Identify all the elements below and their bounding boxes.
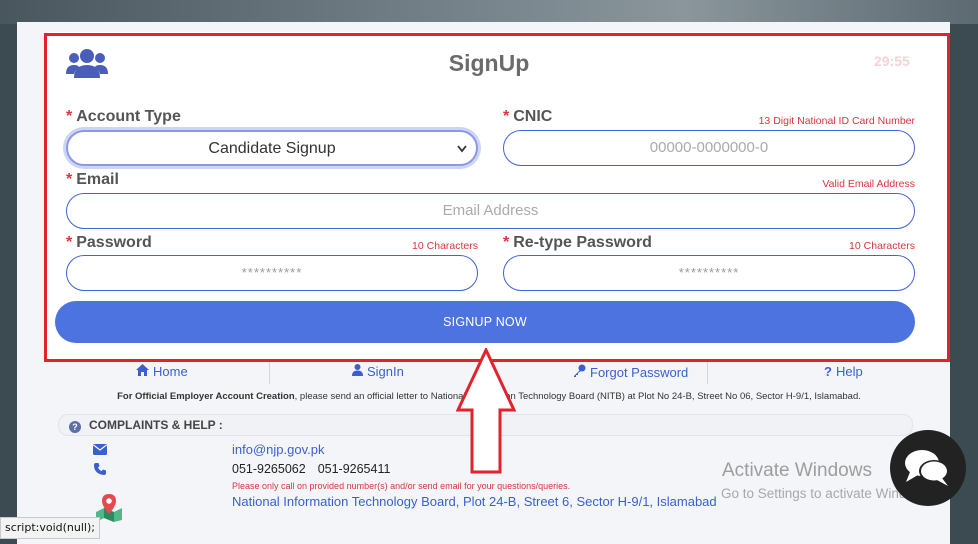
email-hint: Valid Email Address [822, 178, 915, 190]
cnic-input[interactable]: 00000-0000000-0 [503, 130, 915, 166]
retype-password-input[interactable]: ********** [503, 255, 915, 291]
password-input[interactable]: ********** [66, 255, 478, 291]
key-icon [574, 364, 586, 377]
question-icon: ? [69, 421, 81, 433]
nav-divider [269, 362, 270, 384]
required-marker: * [66, 108, 73, 125]
chat-icon [905, 450, 949, 486]
question-icon: ? [824, 364, 832, 379]
call-note: Please only call on provided number(s) a… [232, 481, 571, 491]
retype-password-label: * Re-type Password [503, 234, 652, 251]
contact-address: National Information Technology Board, P… [232, 494, 717, 509]
activate-windows-title: Activate Windows [722, 460, 872, 481]
page-title: SignUp [448, 50, 530, 76]
phone-icon [94, 463, 106, 475]
retype-password-hint: 10 Characters [849, 240, 915, 252]
password-hint: 10 Characters [412, 240, 478, 252]
contact-email-link[interactable]: info@njp.gov.pk [232, 442, 324, 457]
cnic-hint: 13 Digit National ID Card Number [758, 115, 915, 127]
home-icon [136, 364, 149, 376]
nav-home-link[interactable]: Home [136, 364, 188, 382]
session-timer: 29:55 [874, 53, 910, 69]
signup-now-button[interactable]: SIGNUP NOW [55, 301, 915, 343]
browser-background [0, 0, 978, 24]
envelope-icon [93, 444, 107, 455]
user-icon [352, 364, 363, 376]
nav-signin-link[interactable]: SignIn [352, 364, 404, 382]
account-type-select[interactable]: Candidate Signup [66, 130, 478, 166]
nav-help-link[interactable]: ? Help [824, 364, 863, 382]
nav-forgot-password-link[interactable]: Forgot Password [573, 364, 688, 382]
email-input[interactable]: Email Address [66, 193, 915, 229]
chevron-down-icon [457, 145, 467, 153]
chat-button[interactable] [890, 430, 966, 506]
contact-phones: 051-9265062 051-9265411 [232, 462, 391, 476]
password-label: * Password [66, 234, 152, 251]
browser-status-bar: script:void(null); [0, 517, 100, 539]
nav-divider [707, 362, 708, 384]
cnic-label: * CNIC [503, 108, 553, 125]
email-label: * Email [66, 171, 119, 188]
account-type-label: * Account Type [66, 108, 181, 125]
annotation-arrow [456, 348, 516, 474]
